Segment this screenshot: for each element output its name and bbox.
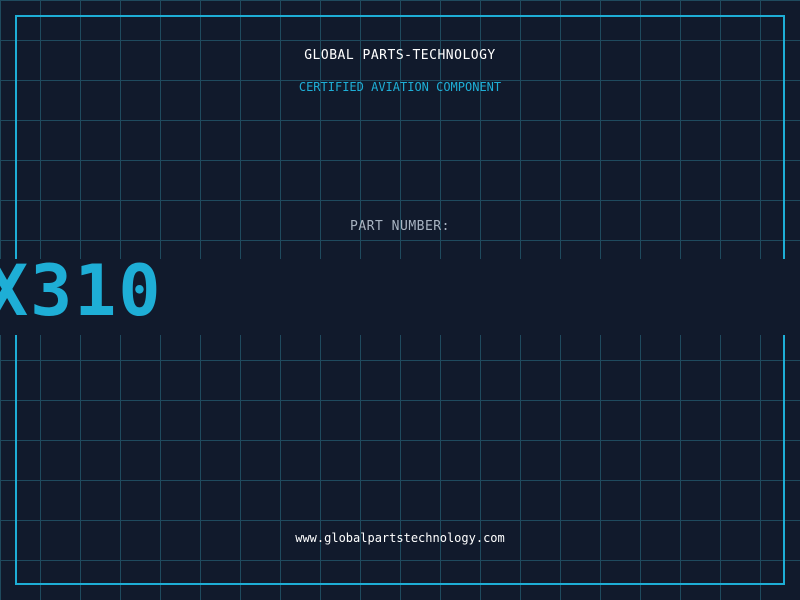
part-number-label: PART NUMBER: [350, 219, 450, 234]
part-label-canvas: GLOBAL PARTS-TECHNOLOGY CERTIFIED AVIATI… [0, 0, 800, 600]
part-number-value: X310 N [0, 259, 163, 332]
part-number-band: X310 N [0, 259, 800, 335]
website-url: www.globalpartstechnology.com [295, 531, 505, 545]
company-name: GLOBAL PARTS-TECHNOLOGY [304, 48, 496, 63]
tagline: CERTIFIED AVIATION COMPONENT [298, 80, 502, 94]
